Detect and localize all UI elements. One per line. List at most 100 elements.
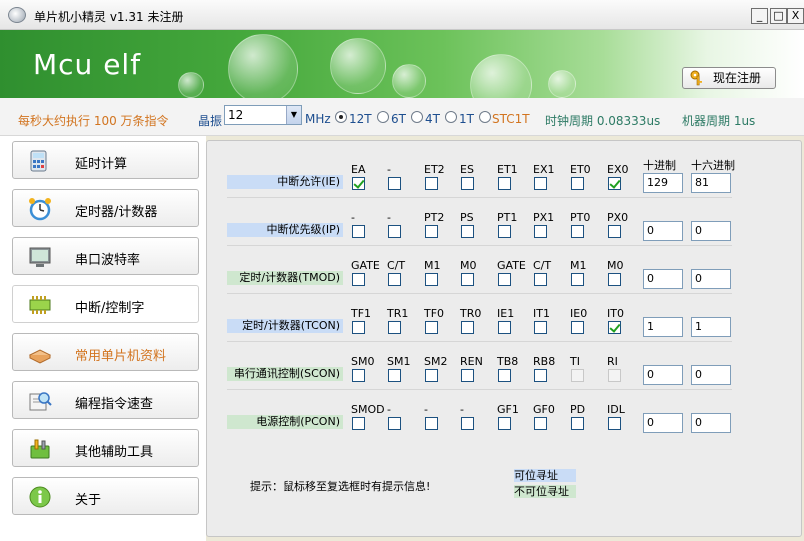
bit-name: TR0 <box>460 307 482 320</box>
bit-checkbox[interactable] <box>425 225 438 238</box>
bit-checkbox[interactable] <box>571 321 584 334</box>
bit-name: C/T <box>387 259 406 272</box>
hex-value-input[interactable]: 0 <box>691 269 731 289</box>
bit-checkbox[interactable] <box>608 321 621 334</box>
bit-checkbox[interactable] <box>608 177 621 190</box>
sidebar-item-4[interactable]: 中断/控制字 <box>12 285 199 323</box>
bit-checkbox[interactable] <box>352 225 365 238</box>
radio-6t[interactable] <box>377 111 389 123</box>
bit-name: ET0 <box>570 163 591 176</box>
bit-checkbox[interactable] <box>534 369 547 382</box>
bit-checkbox[interactable] <box>534 273 547 286</box>
decimal-value-input[interactable]: 0 <box>643 365 683 385</box>
hex-value-input[interactable]: 0 <box>691 221 731 241</box>
bit-checkbox[interactable] <box>388 177 401 190</box>
bit-checkbox[interactable] <box>608 225 621 238</box>
info-icon <box>27 485 53 509</box>
bit-name: PT1 <box>497 211 518 224</box>
bit-checkbox[interactable] <box>498 225 511 238</box>
bit-checkbox[interactable] <box>461 177 474 190</box>
bit-checkbox[interactable] <box>461 321 474 334</box>
radio-stc1t[interactable] <box>479 111 491 123</box>
bit-checkbox[interactable] <box>571 177 584 190</box>
bit-checkbox[interactable] <box>571 225 584 238</box>
bit-checkbox[interactable] <box>571 273 584 286</box>
bit-name: EA <box>351 163 366 176</box>
hex-value-input[interactable]: 0 <box>691 413 731 433</box>
bit-name: GATE <box>497 259 526 272</box>
bit-name: RI <box>607 355 618 368</box>
bit-name: M1 <box>424 259 441 272</box>
row-divider <box>227 389 732 390</box>
bit-checkbox[interactable] <box>498 177 511 190</box>
bit-checkbox[interactable] <box>425 417 438 430</box>
radio-4t[interactable] <box>411 111 423 123</box>
bit-checkbox[interactable] <box>425 273 438 286</box>
register-label: 定时/计数器(TCON) <box>227 319 343 333</box>
decimal-value-input[interactable]: 1 <box>643 317 683 337</box>
bit-checkbox[interactable] <box>425 321 438 334</box>
sidebar-item-1[interactable]: 延时计算 <box>12 141 199 179</box>
hex-value-input[interactable]: 81 <box>691 173 731 193</box>
bit-name: - <box>387 403 391 416</box>
sidebar-item-8[interactable]: 关于 <box>12 477 199 515</box>
sidebar-item-label: 中断/控制字 <box>75 301 145 316</box>
bit-checkbox[interactable] <box>352 369 365 382</box>
radio-4t-label: 4T <box>425 112 440 126</box>
bit-checkbox[interactable] <box>608 273 621 286</box>
bit-checkbox[interactable] <box>498 321 511 334</box>
decimal-value-input[interactable]: 129 <box>643 173 683 193</box>
monitor-icon <box>27 245 53 269</box>
maximize-button[interactable]: □ <box>770 8 787 24</box>
hex-value-input[interactable]: 1 <box>691 317 731 337</box>
bit-checkbox[interactable] <box>608 417 621 430</box>
bit-checkbox[interactable] <box>534 417 547 430</box>
bit-checkbox[interactable] <box>352 177 365 190</box>
radio-12t[interactable] <box>335 111 347 123</box>
bit-checkbox[interactable] <box>352 321 365 334</box>
radio-6t-label: 6T <box>391 112 406 126</box>
bit-checkbox[interactable] <box>571 417 584 430</box>
bit-name: PX0 <box>607 211 629 224</box>
bit-name: M0 <box>607 259 624 272</box>
chevron-down-icon[interactable]: ▼ <box>286 106 301 124</box>
bit-checkbox[interactable] <box>461 417 474 430</box>
bit-checkbox[interactable] <box>352 273 365 286</box>
bit-checkbox[interactable] <box>352 417 365 430</box>
sidebar-item-2[interactable]: 定时器/计数器 <box>12 189 199 227</box>
bit-checkbox[interactable] <box>388 273 401 286</box>
bit-checkbox[interactable] <box>461 225 474 238</box>
sidebar-item-7[interactable]: 其他辅助工具 <box>12 429 199 467</box>
bit-checkbox[interactable] <box>498 273 511 286</box>
bit-checkbox[interactable] <box>534 177 547 190</box>
bit-checkbox[interactable] <box>425 177 438 190</box>
close-button[interactable]: X <box>787 8 804 24</box>
bit-checkbox[interactable] <box>461 273 474 286</box>
bit-checkbox[interactable] <box>388 369 401 382</box>
bit-checkbox[interactable] <box>498 417 511 430</box>
speed-text: 每秒大约执行 100 万条指令 <box>18 114 169 128</box>
bit-checkbox[interactable] <box>534 225 547 238</box>
sidebar-item-5[interactable]: 常用单片机资料 <box>12 333 199 371</box>
decimal-value-input[interactable]: 0 <box>643 269 683 289</box>
sidebar-item-6[interactable]: 编程指令速查 <box>12 381 199 419</box>
bit-name: ET2 <box>424 163 445 176</box>
bit-checkbox[interactable] <box>461 369 474 382</box>
bit-checkbox[interactable] <box>388 225 401 238</box>
bit-name: ET1 <box>497 163 518 176</box>
decimal-value-input[interactable]: 0 <box>643 221 683 241</box>
radio-1t[interactable] <box>445 111 457 123</box>
hex-value-input[interactable]: 0 <box>691 365 731 385</box>
clock-period: 时钟周期 0.08333us <box>545 114 661 128</box>
minimize-button[interactable]: _ <box>751 8 768 24</box>
bit-checkbox[interactable] <box>534 321 547 334</box>
bit-checkbox[interactable] <box>388 321 401 334</box>
sidebar-item-3[interactable]: 串口波特率 <box>12 237 199 275</box>
row-divider <box>227 293 732 294</box>
bit-checkbox[interactable] <box>498 369 511 382</box>
radio-1t-label: 1T <box>459 112 474 126</box>
decimal-value-input[interactable]: 0 <box>643 413 683 433</box>
bit-checkbox[interactable] <box>388 417 401 430</box>
bit-name: M1 <box>570 259 587 272</box>
bit-checkbox[interactable] <box>425 369 438 382</box>
